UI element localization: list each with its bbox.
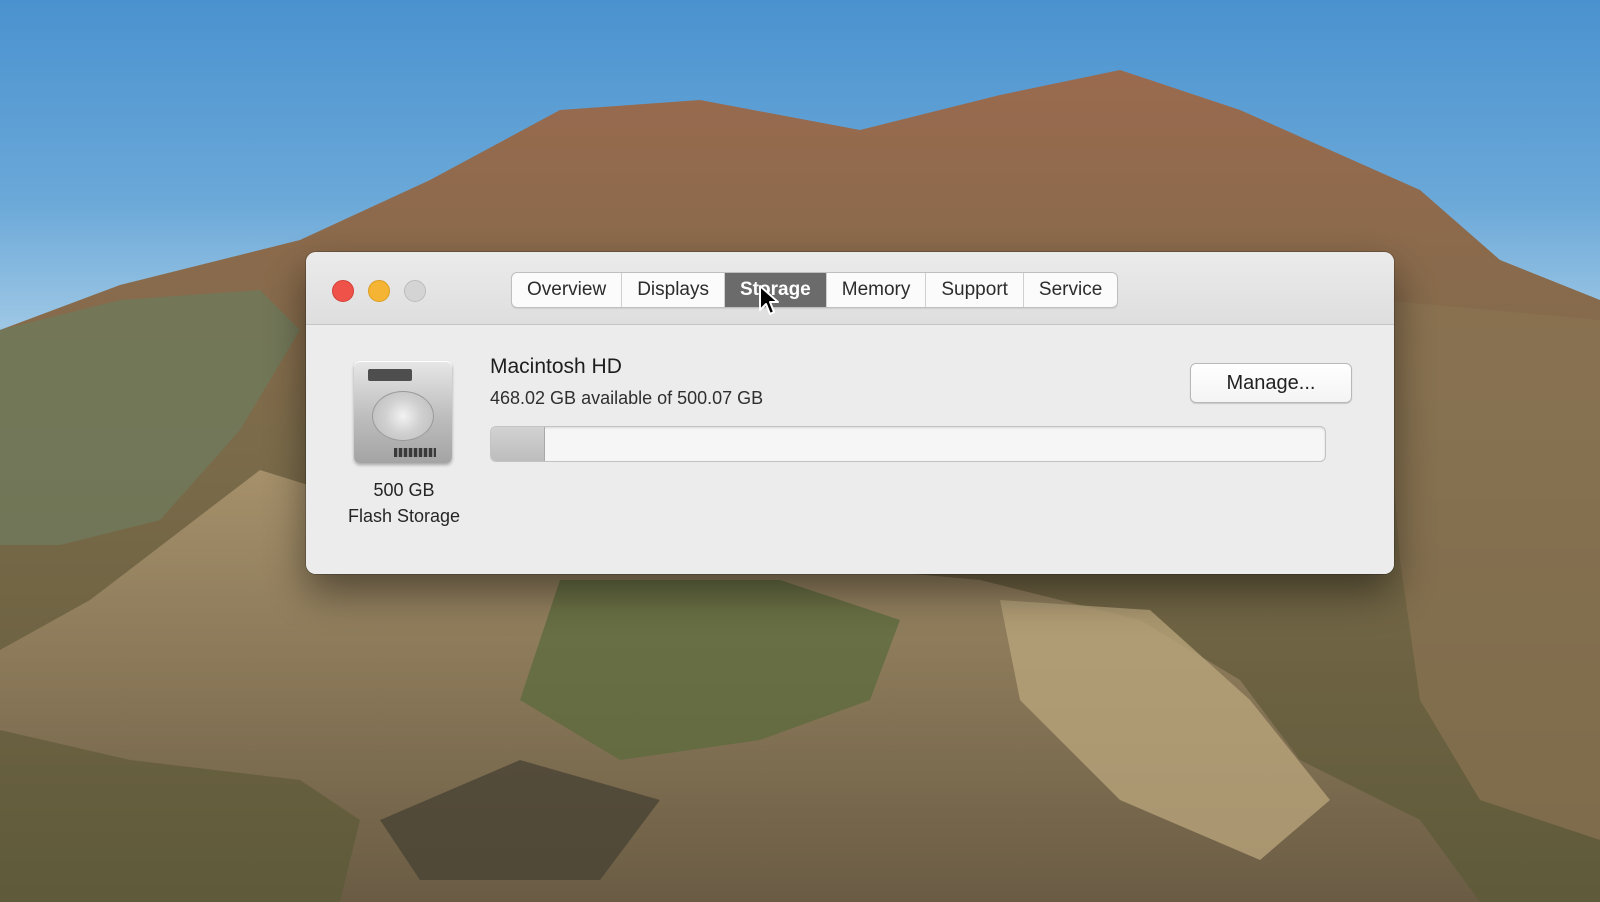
tab-overview[interactable]: Overview — [512, 273, 623, 307]
volume-availability: 468.02 GB available of 500.07 GB — [490, 388, 764, 408]
drive-capacity: 500 GB Flash Storage — [332, 477, 476, 529]
tab-memory[interactable]: Memory — [827, 273, 927, 307]
tab-displays[interactable]: Displays — [622, 273, 725, 307]
title-bar: Overview Displays Storage Memory Support… — [306, 252, 1394, 325]
zoom-button — [404, 280, 426, 302]
about-this-mac-window: Overview Displays Storage Memory Support… — [306, 252, 1394, 574]
volume-name: Macintosh HD — [490, 355, 622, 378]
drive-label-plate — [368, 369, 412, 381]
storage-usage-bar — [490, 426, 1326, 462]
minimize-button[interactable] — [368, 280, 390, 302]
tab-support[interactable]: Support — [926, 273, 1024, 307]
manage-button[interactable]: Manage... — [1190, 363, 1352, 403]
drive-platter — [372, 391, 434, 441]
tab-bar: Overview Displays Storage Memory Support… — [511, 272, 1119, 308]
hard-drive-icon — [354, 361, 452, 463]
storage-panel: 500 GB Flash Storage Macintosh HD 468.02… — [306, 325, 1394, 574]
storage-usage-fill — [491, 427, 546, 461]
close-button[interactable] — [332, 280, 354, 302]
capacity-type: Flash Storage — [347, 506, 461, 526]
capacity-size: 500 GB — [373, 480, 435, 500]
drive-connector — [394, 448, 436, 457]
tab-service[interactable]: Service — [1024, 273, 1117, 307]
mouse-pointer-icon — [759, 285, 779, 315]
